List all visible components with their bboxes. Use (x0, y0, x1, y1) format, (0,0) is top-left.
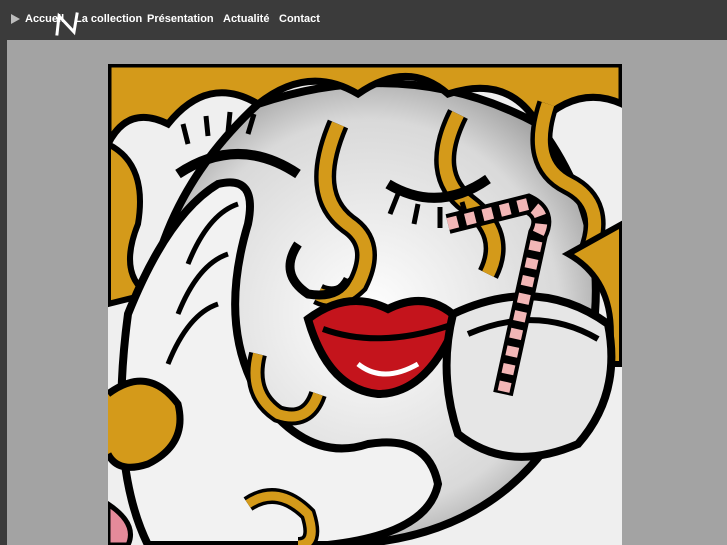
play-arrow-icon (11, 14, 20, 24)
nav-item-presentation[interactable]: Présentation (147, 13, 214, 25)
nav-item-actualite[interactable]: Actualité (223, 13, 269, 25)
nav-item-contact[interactable]: Contact (279, 13, 320, 25)
nav-item-la-collection[interactable]: La collection (75, 13, 142, 25)
n-logo-icon (55, 12, 79, 36)
left-sidebar-strip (0, 40, 7, 545)
pop-art-painting-image (108, 64, 622, 545)
top-navigation-bar: Accueil La collection Présentation Actua… (0, 0, 727, 40)
